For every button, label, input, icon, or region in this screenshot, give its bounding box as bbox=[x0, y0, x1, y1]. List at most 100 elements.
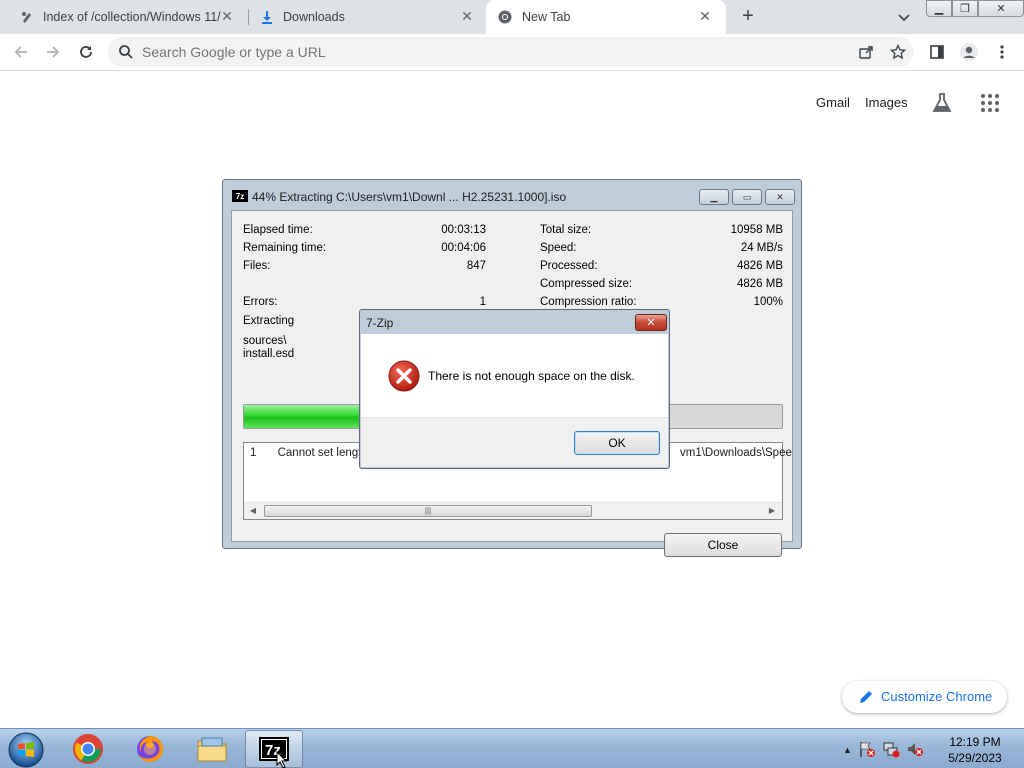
error-index: 1 bbox=[250, 447, 257, 459]
labs-flask-icon[interactable] bbox=[931, 92, 953, 114]
taskbar-7zip[interactable]: 7z bbox=[245, 730, 303, 768]
reload-button[interactable] bbox=[76, 42, 96, 62]
download-icon bbox=[260, 10, 274, 24]
mouse-cursor-icon bbox=[276, 751, 288, 768]
errors-label: Errors: bbox=[243, 296, 278, 308]
error-message-path: vm1\Downloads\Spee bbox=[680, 447, 792, 459]
chevron-down-icon[interactable] bbox=[896, 9, 912, 25]
back-button[interactable] bbox=[11, 42, 31, 62]
taskbar-clock[interactable]: 12:19 PM 5/29/2023 bbox=[940, 734, 1010, 766]
star-icon[interactable] bbox=[889, 43, 907, 60]
total-size-label: Total size: bbox=[540, 224, 592, 236]
scroll-right-icon[interactable]: ▶ bbox=[767, 506, 777, 516]
tab-title: Index of /collection/Windows 11/ bbox=[43, 10, 221, 24]
customize-chrome-button[interactable]: Customize Chrome bbox=[842, 681, 1007, 713]
clock-date: 5/29/2023 bbox=[948, 751, 1002, 765]
tab-title: Downloads bbox=[283, 10, 345, 24]
horizontal-scrollbar[interactable]: ◀ ||| ▶ bbox=[244, 502, 782, 519]
current-path-line2: install.esd bbox=[243, 348, 295, 360]
window-title: 44% Extracting C:\Users\vm1\Downl ... H2… bbox=[252, 190, 567, 204]
scroll-left-icon[interactable]: ◀ bbox=[248, 506, 258, 516]
close-icon[interactable]: ✕ bbox=[460, 9, 474, 23]
close-icon[interactable]: ✕ bbox=[220, 9, 234, 23]
taskbar: 7z ▲ 12:19 PM 5/29/2023 bbox=[0, 728, 1024, 768]
restore-button[interactable]: ❐ bbox=[952, 0, 978, 17]
pencil-icon bbox=[858, 689, 874, 705]
system-tray: ▲ bbox=[843, 738, 924, 762]
dialog-close-button[interactable]: ✕ bbox=[635, 314, 667, 331]
tab-downloads[interactable]: Downloads ✕ bbox=[240, 0, 488, 34]
browser-toolbar bbox=[0, 34, 1024, 71]
menu-dots-icon[interactable] bbox=[992, 42, 1012, 62]
speed-label: Speed: bbox=[540, 242, 577, 254]
compressed-size-value: 4826 MB bbox=[736, 278, 783, 290]
dialog-title: 7-Zip bbox=[366, 316, 394, 330]
compressed-size-label: Compressed size: bbox=[540, 278, 633, 290]
tab-title: New Tab bbox=[522, 10, 571, 24]
files-value: 847 bbox=[466, 260, 486, 272]
firefox-icon bbox=[137, 736, 163, 762]
maximize-button[interactable]: ▭ bbox=[732, 189, 762, 205]
error-message: Cannot set length bbox=[277, 447, 368, 459]
window-close-button[interactable]: ✕ bbox=[765, 189, 795, 205]
tab-strip: Index of /collection/Windows 11/ ✕ Downl… bbox=[0, 0, 1024, 34]
ok-button[interactable]: OK bbox=[574, 431, 660, 455]
error-icon bbox=[388, 360, 420, 392]
minimize-button[interactable]: ▁ bbox=[699, 189, 729, 205]
network-icon[interactable] bbox=[882, 740, 900, 761]
total-size-value: 10958 MB bbox=[730, 224, 783, 236]
elapsed-label: Elapsed time: bbox=[243, 224, 313, 236]
share-icon[interactable] bbox=[858, 44, 874, 60]
start-button[interactable] bbox=[7, 731, 45, 768]
action-center-flag-icon[interactable] bbox=[858, 740, 876, 761]
close-icon[interactable]: ✕ bbox=[698, 9, 712, 23]
chrome-icon bbox=[73, 734, 103, 764]
remaining-label: Remaining time: bbox=[243, 242, 327, 254]
file-icon bbox=[20, 10, 34, 24]
address-input[interactable] bbox=[142, 42, 842, 62]
current-path-line1: sources\ bbox=[243, 335, 287, 347]
window-controls: ▁ ▭ ✕ bbox=[696, 189, 795, 205]
taskbar-explorer[interactable] bbox=[183, 730, 241, 768]
window-close-button[interactable]: ✕ bbox=[978, 0, 1024, 17]
chrome-icon bbox=[498, 10, 512, 24]
taskbar-firefox[interactable] bbox=[121, 730, 179, 768]
gmail-link[interactable]: Gmail bbox=[816, 95, 850, 110]
minimize-button[interactable]: ▁ bbox=[926, 0, 952, 17]
customize-label: Customize Chrome bbox=[881, 689, 993, 704]
error-row[interactable]: 1 Cannot set length bbox=[250, 447, 368, 459]
speed-value: 24 MB/s bbox=[740, 242, 783, 254]
images-link[interactable]: Images bbox=[865, 95, 908, 110]
side-panel-icon[interactable] bbox=[927, 42, 947, 62]
compression-ratio-value: 100% bbox=[753, 296, 783, 308]
error-dialog: 7-Zip ✕ There is not enough space on the… bbox=[359, 309, 670, 469]
clock-time: 12:19 PM bbox=[949, 735, 1001, 749]
processed-label: Processed: bbox=[540, 260, 598, 272]
files-label: Files: bbox=[243, 260, 271, 272]
forward-button[interactable] bbox=[43, 42, 63, 62]
window-controls: ▁ ❐ ✕ bbox=[926, 0, 1024, 17]
dialog-message: There is not enough space on the disk. bbox=[428, 369, 635, 383]
processed-value: 4826 MB bbox=[736, 260, 783, 272]
scroll-thumb[interactable]: ||| bbox=[264, 505, 592, 517]
dialog-body: There is not enough space on the disk. bbox=[361, 334, 668, 417]
taskbar-chrome[interactable] bbox=[59, 730, 117, 768]
apps-grid-icon[interactable] bbox=[980, 93, 1000, 113]
close-button[interactable]: Close bbox=[664, 533, 782, 557]
errors-value: 1 bbox=[479, 296, 486, 308]
extracting-label: Extracting bbox=[243, 315, 295, 327]
compression-ratio-label: Compression ratio: bbox=[540, 296, 637, 308]
window-titlebar[interactable]: 7z 44% Extracting C:\Users\vm1\Downl ...… bbox=[223, 180, 801, 210]
profile-icon[interactable] bbox=[959, 42, 979, 62]
tray-expand-icon[interactable]: ▲ bbox=[843, 745, 852, 755]
omnibox[interactable] bbox=[108, 37, 914, 67]
remaining-value: 00:04:06 bbox=[441, 242, 486, 254]
new-tab-button[interactable]: + bbox=[737, 6, 759, 28]
folder-icon bbox=[197, 737, 227, 762]
7zip-app-icon: 7z bbox=[232, 190, 248, 202]
volume-muted-icon[interactable] bbox=[906, 740, 924, 761]
dialog-footer: OK bbox=[361, 417, 668, 467]
tab-new-tab[interactable]: New Tab ✕ bbox=[486, 0, 726, 34]
elapsed-value: 00:03:13 bbox=[441, 224, 486, 236]
tab-index-collection[interactable]: Index of /collection/Windows 11/ ✕ bbox=[0, 0, 248, 34]
